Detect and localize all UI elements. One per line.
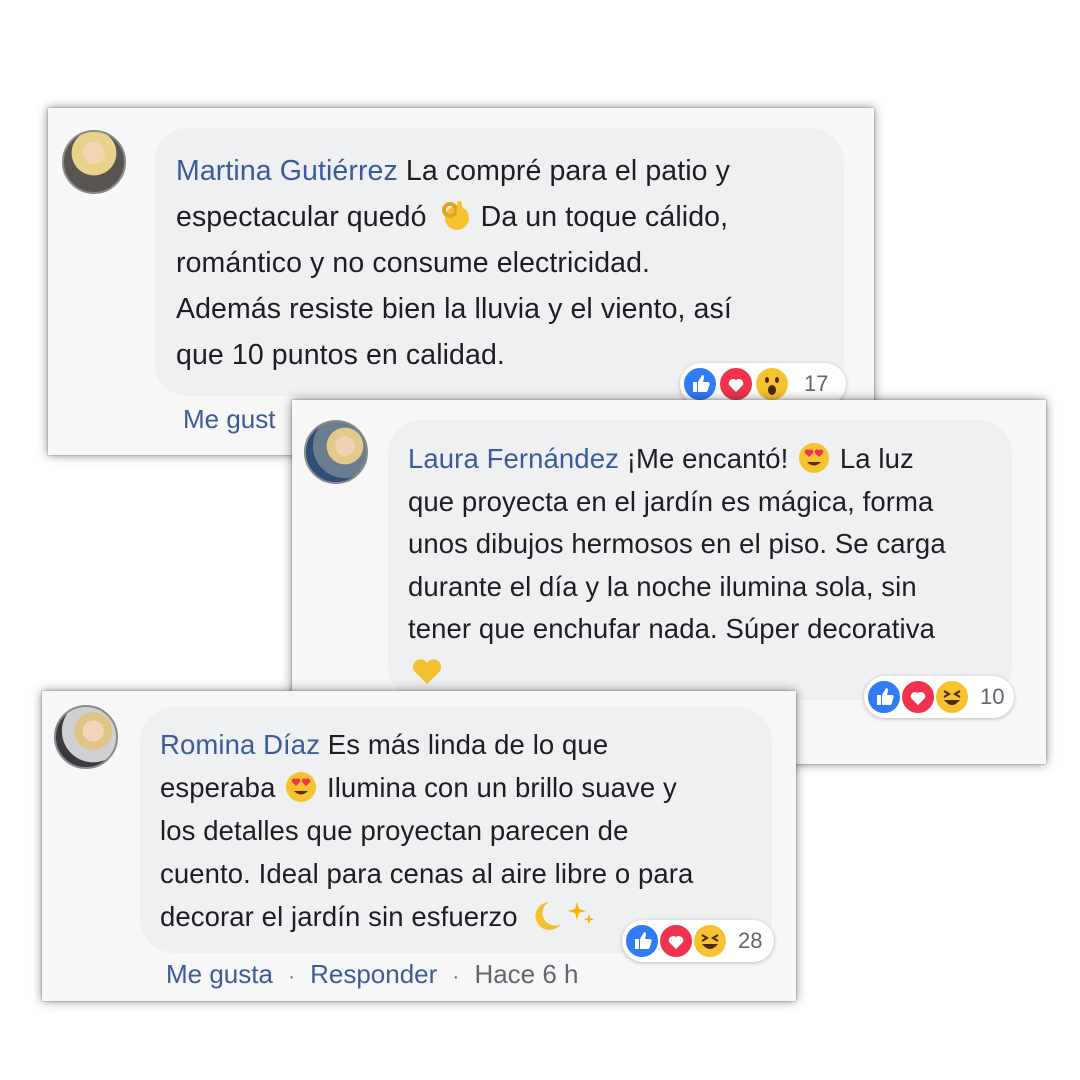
heart-eyes-emoji <box>286 772 317 802</box>
crescent-moon-sparkles-emoji <box>535 902 595 930</box>
like-reaction-icon <box>682 366 718 402</box>
ok-hand-emoji <box>441 201 469 230</box>
separator: · <box>288 966 295 988</box>
avatar[interactable] <box>304 420 368 484</box>
heart-eyes-emoji <box>799 443 830 473</box>
like-link[interactable]: Me gusta <box>166 959 273 989</box>
comment-body: Laura Fernández ¡Me encantó! La luz que … <box>408 438 946 693</box>
reply-link[interactable]: Responder <box>310 959 437 989</box>
haha-reaction-icon <box>934 679 970 715</box>
like-reaction-icon <box>866 679 902 715</box>
haha-reaction-icon <box>692 923 728 959</box>
comment-author[interactable]: Romina Díaz <box>160 729 320 760</box>
reaction-count: 17 <box>804 371 829 396</box>
like-reaction-icon <box>624 923 660 959</box>
comment-actions: Me gusta · Responder · Hace 6 h <box>166 959 579 990</box>
reaction-count: 28 <box>738 928 763 953</box>
reaction-summary[interactable]: 10 <box>864 676 1014 718</box>
love-reaction-icon <box>658 923 694 959</box>
avatar[interactable] <box>54 705 118 769</box>
reaction-summary[interactable]: 17 <box>680 363 846 405</box>
yellow-heart-emoji <box>412 658 442 684</box>
reaction-summary[interactable]: 28 <box>622 920 774 962</box>
timestamp[interactable]: Hace 6 h <box>474 959 578 989</box>
avatar[interactable] <box>62 130 126 194</box>
comment-body: Romina Díaz Es más linda de lo que esper… <box>160 729 694 932</box>
like-link[interactable]: Me gust <box>183 404 276 434</box>
separator: · <box>452 966 460 988</box>
love-reaction-icon <box>718 366 754 402</box>
comment-author[interactable]: Martina Gutiérrez <box>176 155 398 187</box>
comment-actions: Me gust <box>183 404 276 435</box>
comment-card-romina: Romina Díaz Es más linda de lo que esper… <box>42 691 796 1001</box>
reaction-count: 10 <box>980 684 1005 709</box>
wow-reaction-icon <box>754 366 790 402</box>
comment-body: Martina Gutiérrez La compré para el pati… <box>176 155 732 371</box>
love-reaction-icon <box>900 679 936 715</box>
comment-author[interactable]: Laura Fernández <box>408 443 619 474</box>
